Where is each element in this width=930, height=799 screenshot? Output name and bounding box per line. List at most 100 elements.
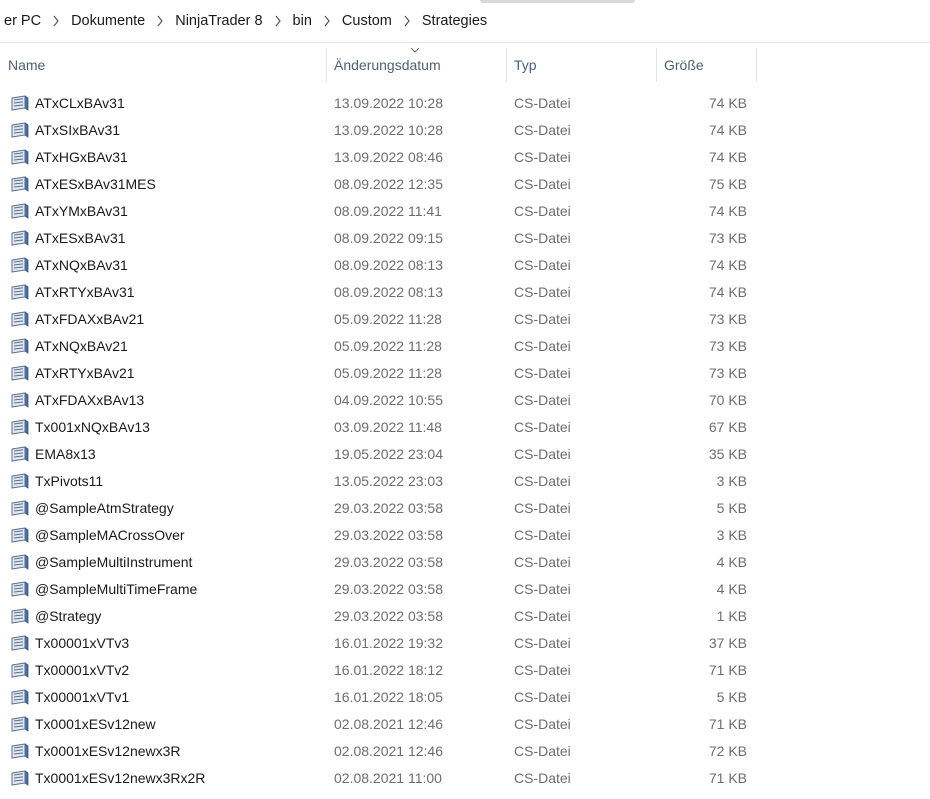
cs-file-icon (10, 635, 30, 651)
file-row[interactable]: @SampleMultiTimeFrame 29.03.2022 03:58 CS-… (0, 576, 930, 603)
file-size: 1 KB (716, 608, 747, 624)
file-size: 73 KB (708, 311, 747, 327)
cs-file-icon (10, 500, 30, 516)
breadcrumb-item-ninjatrader[interactable]: NinjaTrader 8 (171, 13, 266, 29)
file-size: 5 KB (716, 500, 747, 516)
file-row[interactable]: Tx0001xESv12newx3Rx2R 02.08.2021 11:00 CS-… (0, 765, 930, 792)
chevron-right-icon[interactable] (316, 15, 338, 27)
file-date: 02.08.2021 12:46 (334, 743, 443, 759)
file-row[interactable]: ATxFDAXxBAv13 04.09.2022 10:55 CS-Datei 70 … (0, 387, 930, 414)
file-date: 16.01.2022 18:05 (334, 689, 443, 705)
file-row[interactable]: @SampleMultiInstrument 29.03.2022 03:58 CS… (0, 549, 930, 576)
column-divider[interactable] (756, 48, 757, 82)
file-row[interactable]: ATxESxBAv31 08.09.2022 09:15 CS-Datei 73 KB (0, 225, 930, 252)
file-name: EMA8x13 (35, 446, 96, 462)
file-date: 13.09.2022 10:28 (334, 122, 443, 138)
column-header-type[interactable]: Typ (514, 44, 537, 84)
file-date: 03.09.2022 11:48 (334, 419, 442, 435)
breadcrumb-item-bin[interactable]: bin (289, 13, 316, 29)
cs-file-icon (10, 743, 30, 759)
file-size: 74 KB (708, 284, 747, 300)
file-name: Tx0001xESv12newx3Rx2R (35, 770, 206, 786)
file-row[interactable]: Tx00001xVTv1 16.01.2022 18:05 CS-Datei 5 KB (0, 684, 930, 711)
cs-file-icon (10, 581, 30, 597)
file-size: 4 KB (716, 554, 747, 570)
file-name: Tx00001xVTv3 (35, 635, 130, 651)
chevron-right-icon[interactable] (267, 15, 289, 27)
breadcrumb-item-pc[interactable]: er PC (0, 13, 45, 29)
file-row[interactable]: @SampleMACrossOver 29.03.2022 03:58 CS-Dat… (0, 522, 930, 549)
chevron-right-icon[interactable] (45, 15, 67, 27)
file-name: TxPivots11 (35, 473, 104, 489)
file-size: 3 KB (716, 527, 747, 543)
breadcrumb-item-dokumente[interactable]: Dokumente (67, 13, 149, 29)
file-name: ATxFDAXxBAv21 (35, 311, 145, 327)
file-size: 74 KB (708, 257, 747, 273)
file-name: Tx001xNQxBAv13 (35, 419, 150, 435)
file-row[interactable]: Tx0001xESv12newx3R 02.08.2021 12:46 CS-Dat… (0, 738, 930, 765)
file-row[interactable]: Tx001xNQxBAv13 03.09.2022 11:48 CS-Datei 67… (0, 414, 930, 441)
file-date: 29.03.2022 03:58 (334, 500, 443, 516)
file-type: CS-Datei (514, 716, 571, 732)
cs-file-icon (10, 365, 30, 381)
file-type: CS-Datei (514, 284, 571, 300)
file-type: CS-Datei (514, 338, 571, 354)
cs-file-icon (10, 527, 30, 543)
breadcrumb: er PC Dokumente NinjaTrader 8 bin Custom… (0, 0, 930, 43)
file-row[interactable]: ATxESxBAv31MES 08.09.2022 12:35 CS-Datei 75… (0, 171, 930, 198)
file-row[interactable]: Tx00001xVTv3 16.01.2022 19:32 CS-Datei 37 K… (0, 630, 930, 657)
breadcrumb-item-custom[interactable]: Custom (338, 13, 396, 29)
file-row[interactable]: ATxHGxBAv31 13.09.2022 08:46 CS-Datei 74 KB (0, 144, 930, 171)
file-row[interactable]: ATxRTYxBAv21 05.09.2022 11:28 CS-Datei 73 K… (0, 360, 930, 387)
file-row[interactable]: ATxRTYxBAv31 08.09.2022 08:13 CS-Datei 74 K… (0, 279, 930, 306)
column-divider[interactable] (326, 48, 327, 82)
column-header-size[interactable]: Größe (664, 44, 704, 84)
file-type: CS-Datei (514, 365, 571, 381)
file-name: @SampleMultiInstrument (35, 554, 193, 570)
file-row[interactable]: @Strategy 29.03.2022 03:58 CS-Datei 1 KB (0, 603, 930, 630)
file-row[interactable]: EMA8x13 19.05.2022 23:04 CS-Datei 35 KB (0, 441, 930, 468)
chevron-right-icon[interactable] (396, 15, 418, 27)
file-date: 29.03.2022 03:58 (334, 554, 443, 570)
breadcrumb-item-strategies[interactable]: Strategies (418, 13, 491, 29)
file-name: @SampleMACrossOver (35, 527, 185, 543)
file-date: 05.09.2022 11:28 (334, 311, 442, 327)
file-size: 71 KB (708, 770, 747, 786)
file-date: 04.09.2022 10:55 (334, 392, 443, 408)
cs-file-icon (10, 149, 30, 165)
chevron-right-icon[interactable] (149, 15, 171, 27)
file-size: 37 KB (708, 635, 747, 651)
file-date: 05.09.2022 11:28 (334, 338, 442, 354)
column-divider[interactable] (656, 48, 657, 82)
file-name: ATxCLxBAv31 (35, 95, 125, 111)
cs-file-icon (10, 338, 30, 354)
file-size: 4 KB (716, 581, 747, 597)
file-type: CS-Datei (514, 500, 571, 516)
file-date: 19.05.2022 23:04 (334, 446, 443, 462)
file-row[interactable]: ATxSIxBAv31 13.09.2022 10:28 CS-Datei 74 KB (0, 117, 930, 144)
file-name: ATxESxBAv31 (35, 230, 126, 246)
cs-file-icon (10, 689, 30, 705)
file-date: 08.09.2022 08:13 (334, 284, 443, 300)
file-row[interactable]: ATxNQxBAv21 05.09.2022 11:28 CS-Datei 73 KB (0, 333, 930, 360)
file-row[interactable]: ATxNQxBAv31 08.09.2022 08:13 CS-Datei 74 KB (0, 252, 930, 279)
file-name: ATxESxBAv31MES (35, 176, 156, 192)
file-row[interactable]: @SampleAtmStrategy 29.03.2022 03:58 CS-Dat… (0, 495, 930, 522)
column-header-date[interactable]: Änderungsdatum (334, 44, 441, 84)
column-header-name[interactable]: Name (8, 44, 45, 84)
file-row[interactable]: ATxFDAXxBAv21 05.09.2022 11:28 CS-Datei 73 … (0, 306, 930, 333)
file-date: 02.08.2021 12:46 (334, 716, 443, 732)
file-size: 70 KB (708, 392, 747, 408)
file-row[interactable]: TxPivots11 13.05.2022 23:03 CS-Datei 3 KB (0, 468, 930, 495)
cs-file-icon (10, 770, 30, 786)
file-type: CS-Datei (514, 635, 571, 651)
file-row[interactable]: Tx0001xESv12new 02.08.2021 12:46 CS-Datei 7… (0, 711, 930, 738)
file-row[interactable]: ATxYMxBAv31 08.09.2022 11:41 CS-Datei 74 KB (0, 198, 930, 225)
column-divider[interactable] (506, 48, 507, 82)
file-date: 29.03.2022 03:58 (334, 527, 443, 543)
file-row[interactable]: ATxCLxBAv31 13.09.2022 10:28 CS-Datei 74 KB (0, 90, 930, 117)
cs-file-icon (10, 95, 30, 111)
cs-file-icon (10, 257, 30, 273)
file-row[interactable]: Tx00001xVTv2 16.01.2022 18:12 CS-Datei 71 K… (0, 657, 930, 684)
cs-file-icon (10, 473, 30, 489)
